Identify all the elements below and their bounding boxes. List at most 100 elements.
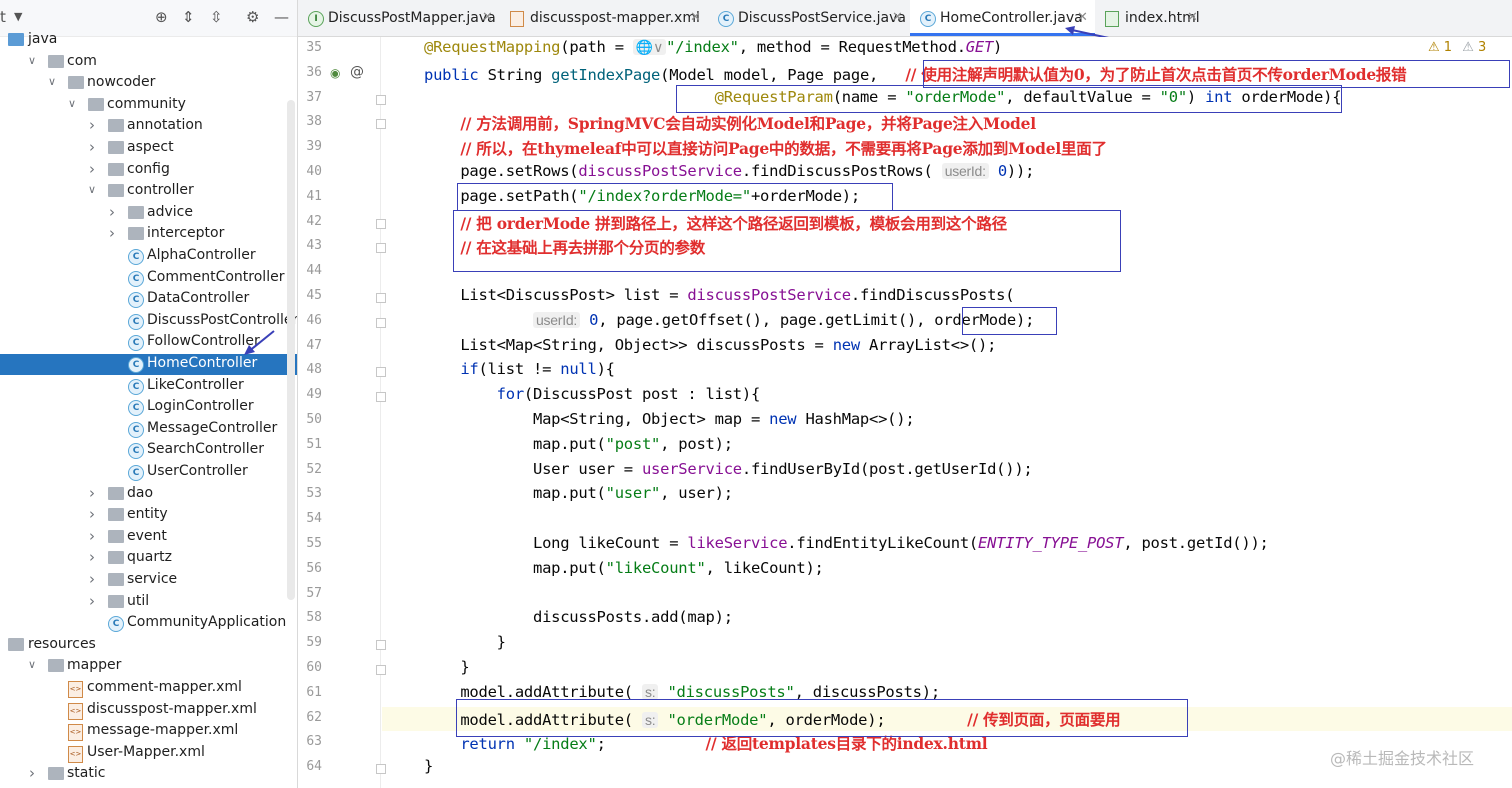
tree-item-advice[interactable]: › advice bbox=[0, 203, 297, 224]
code-line[interactable]: for(DiscussPost post : list){ bbox=[424, 385, 761, 409]
tree-item-dao[interactable]: › dao bbox=[0, 484, 297, 505]
tree-item-interceptor[interactable]: › interceptor bbox=[0, 224, 297, 245]
tree-item-searchcontroller[interactable]: C SearchController bbox=[0, 440, 297, 461]
fold-marker-icon[interactable] bbox=[376, 293, 386, 303]
chevron-right-icon[interactable]: › bbox=[86, 484, 98, 502]
tree-item-config[interactable]: › config bbox=[0, 160, 297, 181]
tree-item-community[interactable]: ∨ community bbox=[0, 95, 297, 116]
web-endpoint-icon[interactable]: ◉ bbox=[330, 66, 340, 80]
fold-marker-icon[interactable] bbox=[376, 764, 386, 775]
tab-discusspostmapper-java[interactable]: I DiscussPostMapper.java ✕ bbox=[298, 0, 500, 36]
tree-item-alphacontroller[interactable]: C AlphaController bbox=[0, 246, 297, 267]
fold-marker-icon[interactable] bbox=[376, 243, 386, 254]
close-tab-icon[interactable]: ✕ bbox=[482, 10, 493, 25]
tab-discusspost-mapper-xml[interactable]: discusspost-mapper.xml ✕ bbox=[500, 0, 708, 36]
code-line[interactable]: // 方法调用前，SpringMVC会自动实例化Model和Page，并将Pag… bbox=[424, 112, 1036, 136]
code-editor[interactable]: 35 36 37 38 39 40 41 42 43 44 45 46 47 48 49 50 51 52 53 54… bbox=[298, 37, 1512, 788]
annotation-gutter-icon[interactable]: @ bbox=[350, 64, 364, 80]
locate-icon[interactable]: ⊕ bbox=[155, 8, 168, 26]
tree-item-event[interactable]: › event bbox=[0, 527, 297, 548]
chevron-right-icon[interactable]: › bbox=[106, 203, 118, 221]
code-line[interactable]: } bbox=[424, 633, 506, 657]
code-line[interactable]: discussPosts.add(map); bbox=[424, 608, 733, 632]
close-tab-icon[interactable]: ✕ bbox=[892, 10, 903, 25]
chevron-right-icon[interactable]: › bbox=[86, 527, 98, 545]
tree-item-service[interactable]: › service bbox=[0, 570, 297, 591]
chevron-down-icon[interactable]: ∨ bbox=[66, 97, 78, 110]
tree-item-nowcoder[interactable]: ∨ nowcoder bbox=[0, 73, 297, 94]
chevron-right-icon[interactable]: › bbox=[86, 138, 98, 156]
chevron-down-icon[interactable]: ∨ bbox=[86, 183, 98, 196]
tree-item-usercontroller[interactable]: C UserController bbox=[0, 462, 297, 483]
tree-scrollbar[interactable] bbox=[287, 100, 295, 600]
close-tab-icon[interactable]: ✕ bbox=[1187, 10, 1198, 25]
tab-discusspostservice-java[interactable]: C DiscussPostService.java ✕ bbox=[708, 0, 910, 36]
project-view-label[interactable]: t bbox=[0, 8, 6, 26]
collapse-all-icon[interactable]: ⇳ bbox=[210, 8, 223, 26]
tree-item-quartz[interactable]: › quartz bbox=[0, 548, 297, 569]
chevron-right-icon[interactable]: › bbox=[106, 224, 118, 242]
code-line[interactable]: } bbox=[424, 658, 469, 682]
chevron-right-icon[interactable]: › bbox=[86, 592, 98, 610]
code-line[interactable]: map.put("likeCount", likeCount); bbox=[424, 559, 824, 583]
tree-item-datacontroller[interactable]: C DataController bbox=[0, 289, 297, 310]
fold-marker-icon[interactable] bbox=[376, 640, 386, 651]
code-line[interactable]: map.put("user", user); bbox=[424, 484, 733, 508]
line-number: 54 bbox=[306, 511, 322, 527]
tree-item-likecontroller[interactable]: C LikeController bbox=[0, 376, 297, 397]
chevron-down-icon[interactable]: ∨ bbox=[26, 54, 38, 67]
chevron-down-icon[interactable]: ∨ bbox=[46, 75, 58, 88]
chevron-right-icon[interactable]: › bbox=[86, 505, 98, 523]
chevron-down-icon[interactable]: ∨ bbox=[26, 658, 38, 671]
tree-item-mapper[interactable]: ∨ mapper bbox=[0, 656, 297, 677]
inspection-widget[interactable]: ⚠ 1 ⚠ 3 bbox=[1428, 40, 1486, 55]
tree-item-static[interactable]: › static bbox=[0, 764, 297, 785]
fold-marker-icon[interactable] bbox=[376, 218, 386, 229]
tree-item-entity[interactable]: › entity bbox=[0, 505, 297, 526]
code-line[interactable]: // 所以，在thymeleaf中可以直接访问Page中的数据，不需要再将Pag… bbox=[424, 137, 1107, 161]
gear-icon[interactable]: ⚙ bbox=[246, 8, 259, 26]
fold-marker-icon[interactable] bbox=[376, 665, 386, 675]
tree-item-user-mapper-xml[interactable]: <> User-Mapper.xml bbox=[0, 743, 297, 764]
hide-panel-icon[interactable]: — bbox=[274, 8, 289, 26]
tree-item-message-mapper-xml[interactable]: <> message-mapper.xml bbox=[0, 721, 297, 742]
tree-item-controller[interactable]: ∨ controller bbox=[0, 181, 297, 202]
code-line[interactable]: Map<String, Object> map = new HashMap<>(… bbox=[424, 410, 915, 434]
tree-item-comment-mapper-xml[interactable]: <> comment-mapper.xml bbox=[0, 678, 297, 699]
code-line[interactable]: userId: 0, page.getOffset(), page.getLim… bbox=[424, 311, 1034, 335]
code-line[interactable]: List<DiscussPost> list = discussPostServ… bbox=[424, 286, 1014, 310]
tree-item-logincontroller[interactable]: C LoginController bbox=[0, 397, 297, 418]
chevron-right-icon[interactable]: › bbox=[86, 116, 98, 134]
tree-item-commentcontroller[interactable]: C CommentController bbox=[0, 268, 297, 289]
tree-item-java[interactable]: ∨java bbox=[0, 30, 297, 51]
tree-item-util[interactable]: › util bbox=[0, 592, 297, 613]
tree-item-communityapplication[interactable]: C CommunityApplication bbox=[0, 613, 297, 634]
code-line[interactable]: @RequestMapping(path = 🌐∨ "/index", metho… bbox=[424, 38, 1002, 62]
code-line[interactable]: User user = userService.findUserById(pos… bbox=[424, 460, 1033, 484]
code-line[interactable]: if(list != null){ bbox=[424, 360, 615, 384]
fold-marker-icon[interactable] bbox=[376, 94, 386, 105]
code-line[interactable]: Long likeCount = likeService.findEntityL… bbox=[424, 534, 1269, 558]
code-line[interactable]: map.put("post", post); bbox=[424, 435, 733, 459]
tree-item-aspect[interactable]: › aspect bbox=[0, 138, 297, 159]
view-dropdown-icon[interactable]: ▼ bbox=[14, 10, 22, 23]
fold-marker-icon[interactable] bbox=[376, 392, 386, 403]
fold-marker-icon[interactable] bbox=[376, 367, 386, 378]
code-comment: // 返回templates目录下的index.html bbox=[705, 734, 988, 754]
tree-item-com[interactable]: ∨ com bbox=[0, 52, 297, 73]
chevron-right-icon[interactable]: › bbox=[86, 548, 98, 566]
code-line[interactable]: List<Map<String, Object>> discussPosts =… bbox=[424, 336, 996, 360]
chevron-right-icon[interactable]: › bbox=[86, 570, 98, 588]
expand-all-icon[interactable]: ⇕ bbox=[182, 8, 195, 26]
tree-item-messagecontroller[interactable]: C MessageController bbox=[0, 419, 297, 440]
chevron-right-icon[interactable]: › bbox=[26, 764, 38, 782]
fold-marker-icon[interactable] bbox=[376, 119, 386, 130]
tree-item-resources[interactable]: resources bbox=[0, 635, 297, 656]
tree-item-annotation[interactable]: › annotation bbox=[0, 116, 297, 137]
close-tab-icon[interactable]: ✕ bbox=[690, 10, 701, 25]
code-line[interactable]: } bbox=[424, 757, 433, 781]
fold-marker-icon[interactable] bbox=[376, 317, 386, 328]
tree-item-discusspost-mapper-xml[interactable]: <> discusspost-mapper.xml bbox=[0, 700, 297, 721]
close-tab-icon[interactable]: ✕ bbox=[1077, 10, 1088, 25]
chevron-right-icon[interactable]: › bbox=[86, 160, 98, 178]
